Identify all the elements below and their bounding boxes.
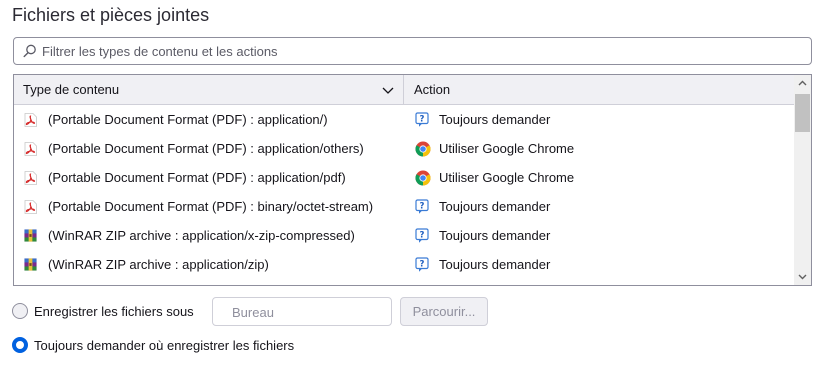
action-cell[interactable]: ? Toujours demander [414,192,795,221]
content-type-cell: (Portable Document Format (PDF) : applic… [14,134,404,163]
column-header-action-label: Action [414,82,451,97]
column-header-content-type-label: Type de contenu [23,82,120,97]
table-body: (Portable Document Format (PDF) : applic… [14,105,795,279]
table-row[interactable]: (Portable Document Format (PDF) : binary… [14,192,795,221]
radio-always-ask[interactable] [12,337,28,353]
filter-search-box[interactable] [13,37,812,65]
action-label: Utiliser Google Chrome [439,170,575,185]
svg-text:?: ? [420,259,425,269]
content-type-label: (Portable Document Format (PDF) : applic… [48,170,346,185]
action-label: Toujours demander [439,228,551,243]
table-row[interactable]: (Portable Document Format (PDF) : applic… [14,163,795,192]
ask-icon: ? [415,199,431,215]
content-type-label: (WinRAR ZIP archive : application/zip) [48,257,269,272]
column-header-action[interactable]: Action [404,75,795,104]
table-scrollbar[interactable] [794,75,811,285]
scroll-up-arrow-icon[interactable] [798,79,807,88]
ask-icon: ? [415,228,431,244]
download-folder-value: Bureau [232,305,274,320]
scrollbar-thumb[interactable] [795,94,810,132]
radio-always-ask-label[interactable]: Toujours demander où enregistrer les fic… [34,338,294,353]
scroll-down-arrow-icon[interactable] [798,272,807,281]
radio-save-to-folder-label[interactable]: Enregistrer les fichiers sous [34,304,194,319]
chrome-icon [415,170,431,186]
svg-text:?: ? [420,114,425,124]
content-type-label: (Portable Document Format (PDF) : applic… [48,112,328,127]
search-icon [23,44,36,58]
action-cell[interactable]: ? Toujours demander [414,221,795,250]
content-type-cell: (Portable Document Format (PDF) : applic… [14,105,404,134]
content-type-cell: (WinRAR ZIP archive : application/zip) [14,250,404,279]
winrar-icon [24,229,37,243]
content-type-label: (Portable Document Format (PDF) : applic… [48,141,364,156]
content-type-label: (WinRAR ZIP archive : application/x-zip-… [48,228,355,243]
column-header-content-type[interactable]: Type de contenu [14,75,404,104]
content-type-cell: (Portable Document Format (PDF) : applic… [14,163,404,192]
browse-button[interactable]: Parcourir... [400,297,488,326]
table-row[interactable]: (WinRAR ZIP archive : application/x-zip-… [14,221,795,250]
pdf-icon [24,200,37,214]
svg-text:?: ? [420,230,425,240]
ask-icon: ? [415,112,431,128]
content-type-table: Type de contenu Action (Portable Documen… [13,74,812,286]
pdf-icon [24,113,37,127]
pdf-icon [24,171,37,185]
content-type-cell: (WinRAR ZIP archive : application/x-zip-… [14,221,404,250]
action-cell[interactable]: Utiliser Google Chrome [414,163,795,192]
action-label: Utiliser Google Chrome [439,141,575,156]
action-label: Toujours demander [439,199,551,214]
chevron-down-icon [382,87,394,94]
table-header: Type de contenu Action [14,75,795,105]
chrome-icon [415,141,431,157]
table-row[interactable]: (Portable Document Format (PDF) : applic… [14,134,795,163]
table-row[interactable]: (WinRAR ZIP archive : application/zip)? T… [14,250,795,279]
download-folder-field: Bureau [212,297,392,326]
content-type-cell: (Portable Document Format (PDF) : binary… [14,192,404,221]
svg-text:?: ? [420,201,425,211]
pdf-icon [24,142,37,156]
action-cell[interactable]: ? Toujours demander [414,105,795,134]
action-cell[interactable]: Utiliser Google Chrome [414,134,795,163]
content-type-label: (Portable Document Format (PDF) : binary… [48,199,374,214]
action-label: Toujours demander [439,112,551,127]
section-title: Fichiers et pièces jointes [12,5,210,25]
winrar-icon [24,258,37,272]
ask-icon: ? [415,257,431,273]
action-label: Toujours demander [439,257,551,272]
filter-search-input[interactable] [42,41,802,61]
action-cell[interactable]: ? Toujours demander [414,250,795,279]
table-row[interactable]: (Portable Document Format (PDF) : applic… [14,105,795,134]
radio-save-to-folder[interactable] [12,303,28,319]
